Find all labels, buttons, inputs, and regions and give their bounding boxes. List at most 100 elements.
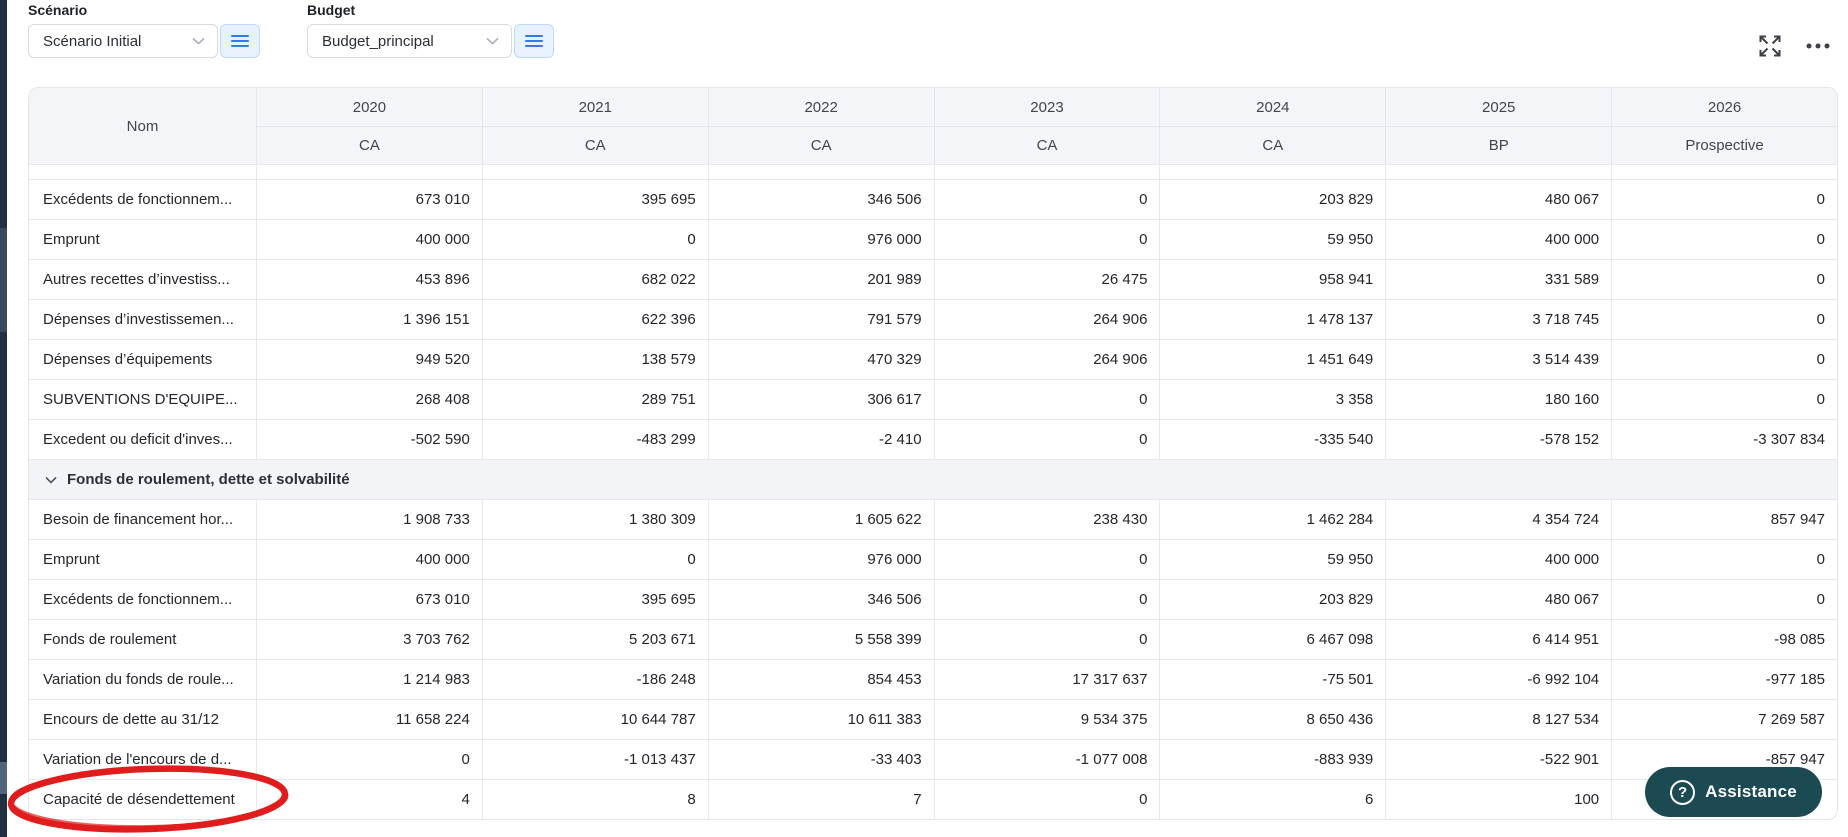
row-name-cell: Excedent ou deficit d'inves... <box>43 431 233 448</box>
table-row: Besoin de financement hor... 1 908 733 1 3… <box>29 499 1837 539</box>
hamburger-icon <box>231 35 249 47</box>
value-cell: 10 644 787 <box>481 700 708 739</box>
assistance-label: Assistance <box>1705 782 1797 801</box>
value-cell: 1 214 983 <box>256 660 482 699</box>
year-header: 2021 <box>481 88 708 126</box>
value-cell: 0 <box>1611 580 1837 619</box>
value-cell: 238 430 <box>933 500 1160 539</box>
empty-cell <box>481 165 708 179</box>
value-cell: 480 067 <box>1385 580 1611 619</box>
value-cell: 0 <box>933 180 1160 219</box>
financial-table[interactable]: Nom 2020 CA 2021 CA 2022 CA 2023 CA 2024 CA 2025 BP… <box>28 87 1838 820</box>
value-cell: 180 160 <box>1385 380 1611 419</box>
value-cell: 682 022 <box>481 260 708 299</box>
value-cell: 453 896 <box>256 260 482 299</box>
value-cell: 138 579 <box>481 340 708 379</box>
budget-field: Budget Budget_principal <box>307 2 554 58</box>
value-cell: 6 467 098 <box>1159 620 1385 659</box>
value-cell: -98 085 <box>1611 620 1837 659</box>
scenario-menu-button[interactable] <box>220 24 260 58</box>
table-row: Variation de l'encours de d... 0 -1 013 43… <box>29 739 1837 779</box>
value-cell: 0 <box>1611 540 1837 579</box>
assistance-button[interactable]: ? Assistance <box>1645 767 1822 817</box>
value-cell: 395 695 <box>481 580 708 619</box>
row-name-cell: Dépenses d’investissemen... <box>43 311 234 328</box>
value-cell: 100 <box>1385 780 1611 819</box>
value-cell: 0 <box>1611 260 1837 299</box>
scenario-select[interactable]: Scénario Initial <box>28 24 218 58</box>
value-cell: 306 617 <box>707 380 934 419</box>
scenario-label: Scénario <box>28 2 88 18</box>
value-cell: -1 013 437 <box>481 740 708 779</box>
empty-cell <box>29 165 256 179</box>
value-cell: 3 358 <box>1159 380 1385 419</box>
collapsed-sidebar[interactable] <box>0 0 7 837</box>
value-cell: 7 269 587 <box>1611 700 1837 739</box>
value-cell: -2 410 <box>707 420 934 459</box>
row-name-cell: Besoin de financement hor... <box>43 511 234 528</box>
expand-button[interactable] <box>1754 30 1786 62</box>
empty-cell <box>933 165 1160 179</box>
table-row: Emprunt 400 000 0 976 000 0 59 950 400 000 0 <box>29 219 1837 259</box>
value-cell: 976 000 <box>707 220 934 259</box>
table-row: Emprunt 400 000 0 976 000 0 59 950 400 000 0 <box>29 539 1837 579</box>
value-cell: 0 <box>933 380 1160 419</box>
value-cell: -75 501 <box>1159 660 1385 699</box>
value-cell: 5 203 671 <box>481 620 708 659</box>
value-cell: 0 <box>1611 300 1837 339</box>
type-header: CA <box>933 126 1160 164</box>
value-cell: -578 152 <box>1385 420 1611 459</box>
value-cell: -483 299 <box>481 420 708 459</box>
row-name-cell: Excédents de fonctionnem... <box>43 591 233 608</box>
value-cell: 480 067 <box>1385 180 1611 219</box>
value-cell: 201 989 <box>707 260 934 299</box>
expand-icon <box>1759 35 1781 57</box>
value-cell: 958 941 <box>1159 260 1385 299</box>
value-cell: 264 906 <box>933 340 1160 379</box>
value-cell: 1 462 284 <box>1159 500 1385 539</box>
value-cell: -977 185 <box>1611 660 1837 699</box>
year-header: 2026 <box>1611 88 1837 126</box>
value-cell: 0 <box>1611 340 1837 379</box>
value-cell: 400 000 <box>256 540 482 579</box>
value-cell: 976 000 <box>707 540 934 579</box>
empty-cell <box>256 165 482 179</box>
section-header-row[interactable]: Fonds de roulement, dette et solvabilité <box>29 459 1837 499</box>
value-cell: 5 558 399 <box>707 620 934 659</box>
value-cell: 4 <box>256 780 482 819</box>
value-cell: -1 077 008 <box>933 740 1160 779</box>
section-title: Fonds de roulement, dette et solvabilité <box>67 471 350 488</box>
scenario-field: Scénario Scénario Initial <box>28 2 260 58</box>
year-header: 2023 <box>933 88 1160 126</box>
value-cell: 0 <box>933 580 1160 619</box>
table-row: Encours de dette au 31/12 11 658 224 10 64… <box>29 699 1837 739</box>
widget-actions <box>1754 30 1834 62</box>
rows-before-section: Excédents de fonctionnem... 673 010 395 69… <box>29 179 1837 459</box>
budget-menu-button[interactable] <box>514 24 554 58</box>
row-name-cell: Dépenses d’équipements <box>43 351 213 368</box>
row-name-cell: Emprunt <box>43 551 100 568</box>
empty-cell <box>1611 165 1837 179</box>
type-header: CA <box>1159 126 1386 164</box>
type-header: CA <box>481 126 708 164</box>
chevron-down-icon <box>45 476 57 484</box>
empty-cell <box>707 165 934 179</box>
chevron-down-icon <box>486 37 499 45</box>
value-cell: -883 939 <box>1159 740 1385 779</box>
budget-select[interactable]: Budget_principal <box>307 24 512 58</box>
value-cell: 622 396 <box>481 300 708 339</box>
value-cell: 17 317 637 <box>933 660 1160 699</box>
year-header: 2025 <box>1385 88 1612 126</box>
value-cell: -522 901 <box>1385 740 1611 779</box>
chevron-down-icon <box>192 37 205 45</box>
value-cell: 1 605 622 <box>707 500 934 539</box>
value-cell: -186 248 <box>481 660 708 699</box>
value-cell: -33 403 <box>707 740 934 779</box>
type-header: CA <box>256 126 482 164</box>
value-cell: 1 396 151 <box>256 300 482 339</box>
value-cell: 0 <box>933 780 1160 819</box>
value-cell: -502 590 <box>256 420 482 459</box>
more-options-button[interactable] <box>1802 30 1834 62</box>
value-cell: 400 000 <box>1385 220 1611 259</box>
table-row: SUBVENTIONS D'EQUIPE... 268 408 289 751 306… <box>29 379 1837 419</box>
